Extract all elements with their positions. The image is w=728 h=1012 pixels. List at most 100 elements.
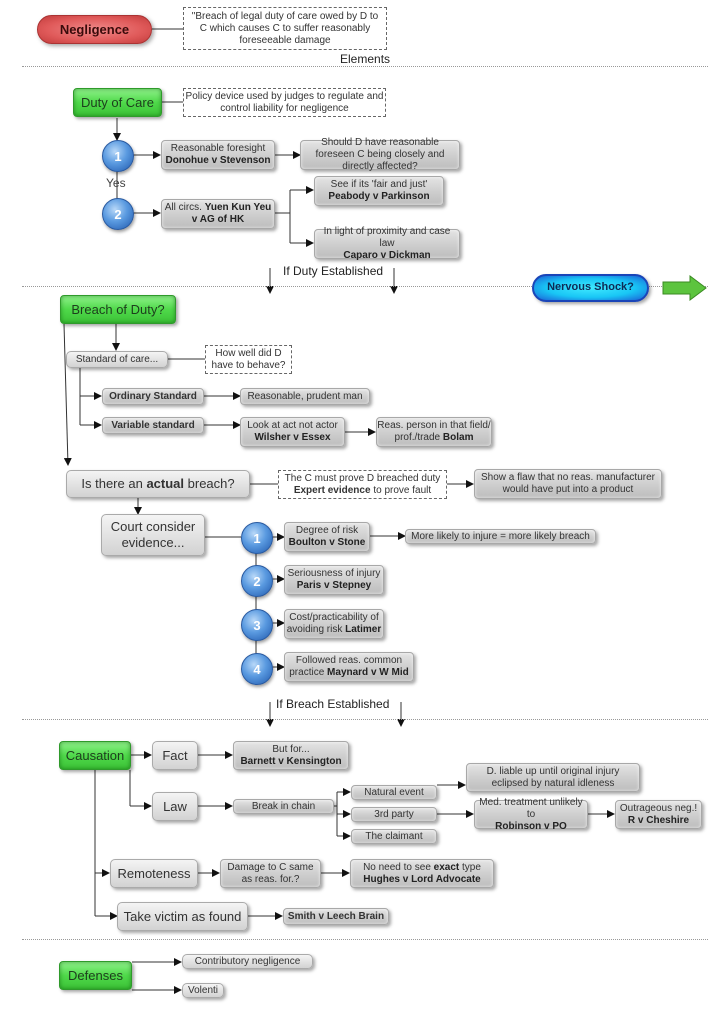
step-1-circle: 1 — [102, 140, 134, 172]
break-in-chain-box[interactable]: Break in chain — [233, 799, 334, 814]
box-text: Take victim as found — [123, 908, 242, 924]
reasonable-prudent-man-box[interactable]: Reasonable, prudent man — [240, 388, 370, 405]
box-content: Reas. person in that field/ prof./trade … — [377, 420, 491, 444]
law-box[interactable]: Law — [152, 792, 198, 821]
factor-1-circle: 1 — [241, 522, 273, 554]
cost-practicability-box[interactable]: Cost/practicability of avoiding risk Lat… — [284, 609, 384, 639]
box-content: In light of proximity and case law Caparo… — [315, 226, 459, 262]
box-content: But for... Barnett v Kensington — [240, 744, 341, 768]
emphasis-text: exact — [433, 861, 460, 873]
note-text: How well did D have to behave? — [211, 347, 286, 371]
defenses-node[interactable]: Defenses — [59, 961, 132, 990]
med-treatment-box[interactable]: Med. treatment unlikely to Robinson v PO — [474, 797, 588, 832]
step-number: 2 — [114, 206, 122, 222]
negligence-definition-note: "Breach of legal duty of care owed by D … — [183, 7, 387, 50]
more-likely-breach-box[interactable]: More likely to injure = more likely brea… — [405, 529, 596, 544]
act-not-actor-box[interactable]: Look at act not actor Wilsher v Essex — [240, 417, 345, 447]
third-party-box[interactable]: 3rd party — [351, 807, 437, 822]
hughes-lord-advocate-box[interactable]: No need to see exact type Hughes v Lord A… — [350, 859, 494, 888]
foreseen-question-box[interactable]: Should D have reasonable foreseen C bein… — [300, 137, 460, 172]
standard-of-care-box[interactable]: Standard of care... — [66, 351, 168, 368]
step-number: 1 — [253, 530, 261, 546]
breach-label: Breach of Duty? — [71, 301, 165, 317]
box-text: Standard of care... — [75, 353, 159, 365]
case-name: Paris v Stepney — [296, 580, 372, 591]
step-number: 4 — [253, 661, 261, 677]
variable-standard-box[interactable]: Variable standard — [102, 417, 204, 434]
fair-and-just-box[interactable]: See if its 'fair and just' Peabody v Park… — [314, 176, 444, 206]
box-content: Outrageous neg.! R v Cheshire — [620, 803, 697, 827]
degree-of-risk-box[interactable]: Degree of risk Boulton v Stone — [284, 522, 370, 552]
box-content: Med. treatment unlikely to Robinson v PO — [475, 797, 587, 833]
box-text: No need to see — [363, 861, 431, 873]
ordinary-standard-box[interactable]: Ordinary Standard — [102, 388, 204, 405]
yes-label: Yes — [106, 176, 126, 190]
case-name: Latimer — [345, 624, 382, 635]
box-text: Remoteness — [117, 865, 191, 881]
box-text: breach? — [187, 476, 235, 492]
duty-of-care-label: Duty of Care — [81, 94, 154, 110]
box-content: Followed reas. common practice Maynard v… — [285, 655, 413, 679]
box-text: type — [462, 861, 481, 873]
note-content: The C must prove D breached duty Expert e… — [285, 473, 441, 497]
case-name: Barnett v Kensington — [240, 755, 342, 767]
duty-note-text: Policy device used by judges to regulate… — [185, 90, 384, 114]
case-name: R v Cheshire — [627, 814, 690, 826]
note-text: The C must prove D breached duty — [284, 472, 441, 484]
duty-of-care-node[interactable]: Duty of Care — [73, 88, 162, 117]
the-claimant-box[interactable]: The claimant — [351, 829, 437, 844]
common-practice-box[interactable]: Followed reas. common practice Maynard v… — [284, 652, 414, 682]
take-victim-box[interactable]: Take victim as found — [117, 902, 248, 931]
contributory-negligence-box[interactable]: Contributory negligence — [182, 954, 313, 969]
reas-person-field-box[interactable]: Reas. person in that field/ prof./trade … — [376, 417, 492, 447]
outrageous-neg-box[interactable]: Outrageous neg.! R v Cheshire — [615, 800, 702, 829]
all-circs-box[interactable]: All circs. Yuen Kun Yeu v AG of HK — [161, 199, 275, 229]
natural-event-box[interactable]: Natural event — [351, 785, 437, 800]
elements-heading: Elements — [340, 52, 391, 66]
causation-node[interactable]: Causation — [59, 741, 131, 770]
step-2-circle: 2 — [102, 198, 134, 230]
smith-leech-brain-box[interactable]: Smith v Leech Brain — [283, 908, 389, 925]
seriousness-box[interactable]: Seriousness of injury Paris v Stepney — [284, 565, 384, 595]
remoteness-box[interactable]: Remoteness — [110, 859, 198, 888]
box-text: More likely to injure = more likely brea… — [411, 530, 590, 542]
emphasis-text: actual — [146, 476, 185, 492]
box-text: Reas. person in that field/ prof./trade — [377, 420, 491, 443]
box-content: Reasonable foresight Donohue v Stevenson — [165, 143, 270, 167]
box-text: D. liable up until original injury eclip… — [486, 765, 620, 789]
box-text: Natural event — [364, 786, 424, 798]
fact-box[interactable]: Fact — [152, 741, 198, 770]
box-text: But for... — [272, 743, 310, 755]
box-text: Volenti — [187, 984, 219, 996]
box-text: In light of proximity and case law — [323, 226, 451, 249]
but-for-box[interactable]: But for... Barnett v Kensington — [233, 741, 349, 770]
case-name: Yuen Kun Yeu v AG of HK — [191, 202, 272, 225]
case-name: Robinson v PO — [495, 820, 567, 832]
proximity-box[interactable]: In light of proximity and case law Caparo… — [314, 226, 460, 262]
box-content: Look at act not actor Wilsher v Essex — [247, 420, 338, 444]
breach-of-duty-node[interactable]: Breach of Duty? — [60, 295, 176, 324]
emphasis-text: Expert evidence — [293, 484, 371, 496]
section-divider — [22, 66, 708, 67]
natural-idleness-box[interactable]: D. liable up until original injury eclip… — [466, 763, 640, 792]
reasonable-foresight-box[interactable]: Reasonable foresight Donohue v Stevenson — [161, 140, 275, 170]
case-name: Peabody v Parkinson — [328, 191, 430, 202]
damage-same-box[interactable]: Damage to C same as reas. for.? — [220, 859, 321, 888]
if-breach-established-label: If Breach Established — [276, 697, 390, 711]
box-text: Ordinary Standard — [109, 390, 197, 402]
court-consider-box[interactable]: Court consider evidence... — [101, 514, 205, 556]
right-arrow-icon[interactable] — [662, 275, 708, 301]
flaw-product-box[interactable]: Show a flaw that no reas. manufacturer w… — [474, 469, 662, 499]
definition-text: "Breach of legal duty of care owed by D … — [191, 10, 379, 46]
factor-3-circle: 3 — [241, 609, 273, 641]
actual-breach-box[interactable]: Is there an actual breach? — [66, 470, 250, 498]
section-divider — [22, 939, 708, 940]
nervous-shock-node[interactable]: Nervous Shock? — [532, 274, 649, 302]
box-text: Damage to C same as reas. for.? — [227, 861, 314, 885]
step-number: 3 — [253, 617, 261, 633]
case-name: Wilsher v Essex — [254, 432, 331, 443]
volenti-box[interactable]: Volenti — [182, 983, 224, 998]
case-name: Donohue v Stevenson — [165, 155, 271, 166]
box-text: Show a flaw that no reas. manufacturer w… — [481, 472, 655, 495]
negligence-node[interactable]: Negligence — [37, 15, 152, 44]
